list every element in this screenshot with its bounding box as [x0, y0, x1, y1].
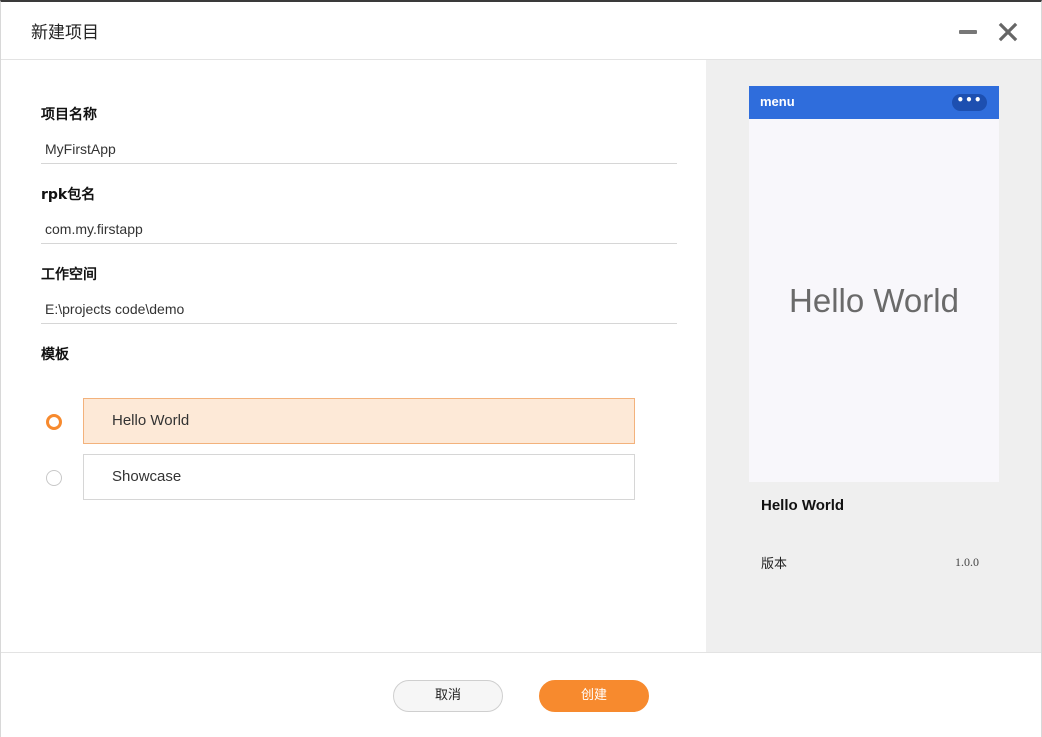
close-icon — [998, 22, 1018, 42]
phone-title-bar: menu ••• — [749, 86, 999, 119]
template-name: Hello World — [761, 497, 845, 514]
cancel-button[interactable]: 取消 — [393, 680, 503, 712]
template-preview-panel: menu ••• Hello World Hello World 版本 1.0.… — [706, 60, 1041, 652]
title-bar: 新建项目 — [1, 2, 1041, 60]
rpk-package-label: rpk包名 — [41, 187, 96, 203]
rpk-package-input[interactable] — [41, 214, 677, 244]
minimize-button[interactable] — [956, 22, 980, 42]
project-name-input[interactable] — [41, 134, 677, 164]
template-radio-showcase[interactable] — [46, 470, 62, 486]
workspace-input[interactable] — [41, 294, 677, 324]
minimize-icon — [959, 30, 977, 34]
more-icon: ••• — [952, 94, 987, 111]
template-radio-hello-world[interactable] — [46, 414, 62, 430]
template-label: 模板 — [41, 347, 69, 363]
version-label: 版本 — [761, 557, 788, 572]
phone-hello-text: Hello World — [789, 282, 959, 319]
project-form: 项目名称 rpk包名 工作空间 模板 Hello World Showcase — [1, 60, 705, 652]
dialog-footer: 取消 创建 — [1, 652, 1041, 737]
version-value: 1.0.0 — [955, 555, 979, 569]
project-name-label: 项目名称 — [41, 107, 97, 123]
template-option-hello-world[interactable]: Hello World — [83, 398, 635, 444]
workspace-label: 工作空间 — [41, 267, 97, 283]
phone-menu-label: menu — [760, 94, 795, 109]
close-button[interactable] — [995, 19, 1021, 45]
new-project-dialog: 新建项目 项目名称 rpk包名 工作空间 模板 Hello World Show… — [0, 0, 1042, 737]
create-button[interactable]: 创建 — [539, 680, 649, 712]
dialog-title: 新建项目 — [31, 23, 99, 43]
template-option-showcase[interactable]: Showcase — [83, 454, 635, 500]
phone-preview: menu ••• Hello World — [749, 86, 999, 482]
